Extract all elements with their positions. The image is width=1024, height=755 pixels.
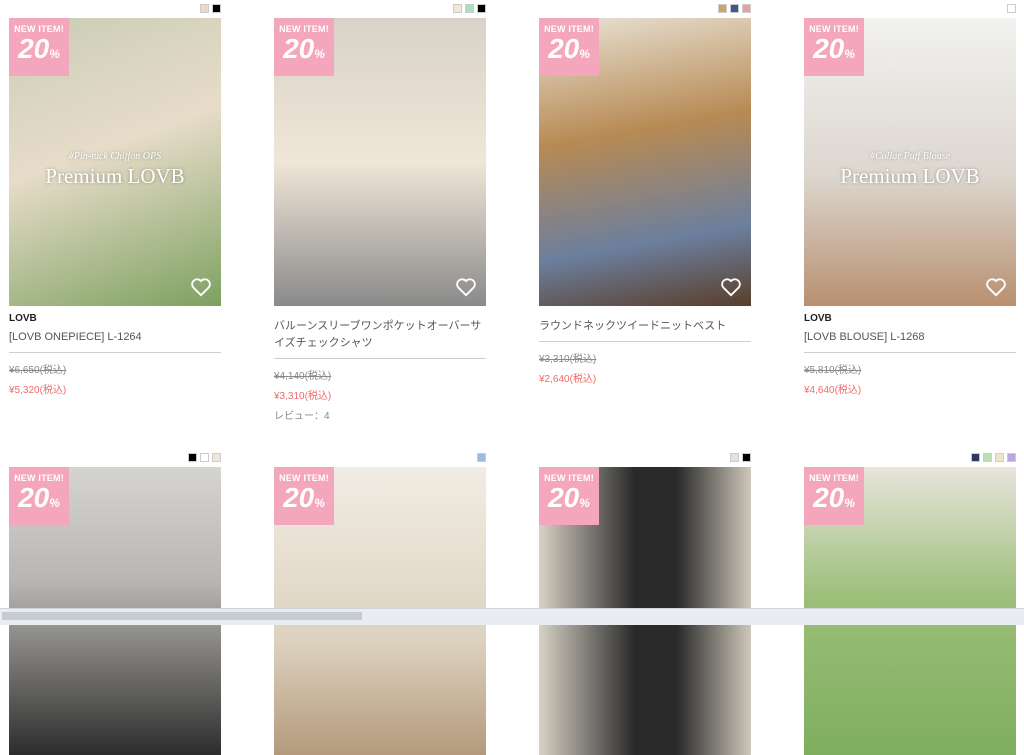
- heart-icon[interactable]: [190, 277, 212, 297]
- premium-overlay: #Pin-tuck Chiffon OPS Premium LOVB: [45, 151, 185, 188]
- discount-badge: NEW ITEM! 20%: [804, 467, 864, 525]
- discount-badge: NEW ITEM! 20%: [804, 18, 864, 76]
- color-swatches: [730, 453, 751, 462]
- color-swatch: [971, 453, 980, 462]
- color-swatch: [1007, 453, 1016, 462]
- product-image[interactable]: NEW ITEM! 20% #Collar Puff Blouse Premiu…: [804, 18, 1016, 306]
- color-swatches: [718, 4, 751, 13]
- scrollbar-thumb[interactable]: [2, 612, 362, 620]
- product-card[interactable]: NEW ITEM! 20% #Pin-tuck Chiffon OPS Prem…: [9, 4, 221, 396]
- discount-badge: NEW ITEM! 20%: [9, 467, 69, 525]
- horizontal-scrollbar[interactable]: [0, 608, 1024, 625]
- original-price: ¥4,140(税込): [274, 371, 332, 382]
- color-swatches: [200, 4, 221, 13]
- heart-icon[interactable]: [720, 277, 742, 297]
- product-name[interactable]: バルーンスリーブワンポケットオーバーサイズチェックシャツ: [274, 318, 486, 359]
- discount-badge: NEW ITEM! 20%: [274, 18, 334, 76]
- product-image[interactable]: NEW ITEM! 20%: [274, 18, 486, 306]
- product-image[interactable]: NEW ITEM! 20%: [539, 18, 751, 306]
- color-swatch: [188, 453, 197, 462]
- sale-price: ¥4,640(税込): [804, 385, 862, 396]
- color-swatch: [1007, 4, 1016, 13]
- color-swatch: [477, 4, 486, 13]
- discount-badge: NEW ITEM! 20%: [274, 467, 334, 525]
- heart-icon[interactable]: [985, 277, 1007, 297]
- product-name[interactable]: [LOVB BLOUSE] L-1268: [804, 329, 1016, 353]
- premium-overlay: #Collar Puff Blouse Premium LOVB: [840, 151, 980, 188]
- color-swatches: [453, 4, 486, 13]
- original-price: ¥5,810(税込): [804, 365, 862, 376]
- review-count[interactable]: レビュー：4: [274, 407, 486, 422]
- original-price: ¥3,310(税込): [539, 354, 597, 365]
- discount-badge: NEW ITEM! 20%: [539, 467, 599, 525]
- product-card[interactable]: NEW ITEM! 20% #Collar Puff Blouse Premiu…: [804, 4, 1016, 396]
- product-name[interactable]: ラウンドネックツイードニットベスト: [539, 318, 751, 342]
- color-swatch: [983, 453, 992, 462]
- color-swatch: [730, 4, 739, 13]
- color-swatches: [971, 453, 1016, 462]
- product-name[interactable]: [LOVB ONEPIECE] L-1264: [9, 329, 221, 353]
- sale-price: ¥2,640(税込): [539, 374, 597, 385]
- color-swatches: [477, 453, 486, 462]
- color-swatches: [1007, 4, 1016, 13]
- color-swatch: [200, 453, 209, 462]
- discount-badge: NEW ITEM! 20%: [539, 18, 599, 76]
- color-swatch: [212, 4, 221, 13]
- heart-icon[interactable]: [455, 277, 477, 297]
- product-brand: LOVB: [9, 313, 37, 324]
- color-swatch: [465, 4, 474, 13]
- color-swatch: [742, 453, 751, 462]
- color-swatch: [995, 453, 1004, 462]
- discount-badge: NEW ITEM! 20%: [9, 18, 69, 76]
- product-image[interactable]: NEW ITEM! 20% #Pin-tuck Chiffon OPS Prem…: [9, 18, 221, 306]
- product-brand: LOVB: [804, 313, 832, 324]
- product-card[interactable]: NEW ITEM! 20% ラウンドネックツイードニットベスト ¥3,310(税…: [539, 4, 751, 385]
- color-swatch: [718, 4, 727, 13]
- color-swatch: [453, 4, 462, 13]
- color-swatch: [200, 4, 209, 13]
- color-swatches: [188, 453, 221, 462]
- color-swatch: [730, 453, 739, 462]
- color-swatch: [212, 453, 221, 462]
- color-swatch: [477, 453, 486, 462]
- color-swatch: [742, 4, 751, 13]
- sale-price: ¥3,310(税込): [274, 391, 332, 402]
- sale-price: ¥5,320(税込): [9, 385, 67, 396]
- product-card[interactable]: NEW ITEM! 20% バルーンスリーブワンポケットオーバーサイズチェックシ…: [274, 4, 486, 422]
- original-price: ¥6,650(税込): [9, 365, 67, 376]
